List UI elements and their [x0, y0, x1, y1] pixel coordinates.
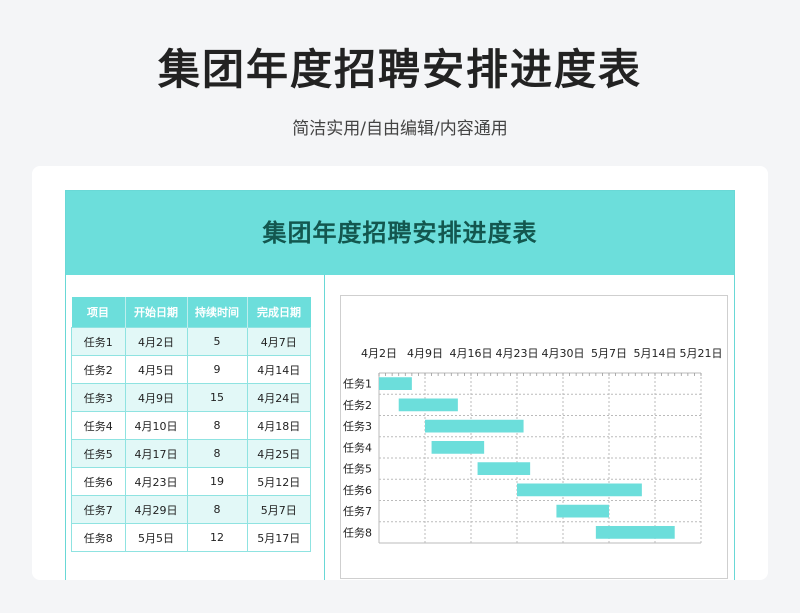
table-cell[interactable]: 8: [186, 411, 248, 440]
table-cell[interactable]: 15: [186, 383, 248, 412]
table-cell[interactable]: 4月9日: [124, 383, 188, 412]
table-cell[interactable]: 8: [186, 495, 248, 524]
gantt-chart-frame[interactable]: 4月2日 4月9日 4月16日 4月23日 4月30日 5月7日 5月14日 5月21日任务1…: [340, 295, 728, 579]
table-cell[interactable]: 任务1: [71, 327, 126, 356]
column-divider: [324, 275, 325, 580]
column-header-start-date[interactable]: 开始日期: [125, 297, 188, 328]
x-tick-label: 5月14日: [634, 347, 677, 360]
table-cell[interactable]: 5月7日: [246, 495, 312, 524]
x-tick-label: 4月9日: [407, 347, 443, 360]
table-cell[interactable]: 任务3: [71, 383, 126, 412]
table-cell[interactable]: 12: [186, 523, 248, 552]
x-tick-label: 4月2日: [361, 347, 397, 360]
table-row: 任务5 4月17日 8 4月25日: [71, 439, 312, 468]
gantt-bar: [379, 377, 412, 390]
gantt-bar: [595, 526, 675, 539]
table-cell[interactable]: 任务6: [71, 467, 126, 496]
table-row: 任务1 4月2日 5 4月7日: [71, 327, 312, 356]
gantt-bar: [431, 441, 485, 454]
gantt-bar: [398, 398, 458, 412]
table-row: 任务8 5月5日 12 5月17日: [71, 523, 312, 552]
table-cell[interactable]: 任务4: [71, 411, 126, 440]
table-cell[interactable]: 9: [186, 355, 248, 384]
table-row: 任务7 4月29日 8 5月7日: [71, 495, 312, 524]
x-tick-label: 5月7日: [591, 347, 627, 360]
y-category-label: 任务3: [343, 420, 372, 433]
sheet-title: 集团年度招聘安排进度表: [262, 219, 538, 247]
schedule-table: 项目 开始日期 持续时间 完成日期 任务1 4月2日 5 4月7日 任务2 4月…: [71, 297, 312, 552]
y-category-label: 任务2: [343, 399, 372, 412]
table-row: 任务6 4月23日 19 5月12日: [71, 467, 312, 496]
table-cell[interactable]: 4月2日: [124, 327, 188, 356]
table-cell[interactable]: 8: [186, 439, 248, 468]
x-tick-label: 4月23日: [496, 347, 539, 360]
column-header-duration[interactable]: 持续时间: [187, 297, 248, 328]
table-cell[interactable]: 任务8: [71, 523, 126, 552]
table-cell[interactable]: 19: [186, 467, 248, 496]
table-cell[interactable]: 任务2: [71, 355, 126, 384]
table-cell[interactable]: 4月24日: [246, 383, 312, 412]
y-category-label: 任务7: [343, 505, 372, 518]
spreadsheet-sheet: 集团年度招聘安排进度表 项目 开始日期 持续时间 完成日期 任务1 4月2日 5…: [65, 190, 735, 580]
table-cell[interactable]: 任务7: [71, 495, 126, 524]
y-category-label: 任务1: [343, 378, 372, 391]
gantt-bar: [517, 483, 642, 497]
table-cell[interactable]: 5: [186, 327, 248, 356]
page-subtitle: 简洁实用/自由编辑/内容通用: [292, 119, 508, 139]
table-cell[interactable]: 4月5日: [124, 355, 188, 384]
table-cell[interactable]: 4月25日: [246, 439, 312, 468]
table-cell[interactable]: 4月17日: [124, 439, 188, 468]
gantt-chart: 4月2日 4月9日 4月16日 4月23日 4月30日 5月7日 5月14日 5月21日任务1…: [343, 347, 723, 544]
table-cell[interactable]: 5月12日: [246, 467, 312, 496]
page-title: 集团年度招聘安排进度表: [157, 45, 642, 94]
table-cell[interactable]: 任务5: [71, 439, 126, 468]
table-cell[interactable]: 4月10日: [124, 411, 188, 440]
x-tick-label: 4月30日: [542, 347, 585, 360]
table-row: 任务4 4月10日 8 4月18日: [71, 411, 312, 440]
table-cell[interactable]: 4月29日: [124, 495, 188, 524]
y-category-label: 任务6: [343, 484, 372, 497]
table-cell[interactable]: 4月18日: [246, 411, 312, 440]
y-category-label: 任务8: [343, 526, 372, 539]
x-tick-label: 5月21日: [680, 347, 723, 360]
table-cell[interactable]: 5月5日: [124, 523, 188, 552]
sheet-banner: 集团年度招聘安排进度表: [66, 191, 734, 275]
template-preview-card: 集团年度招聘安排进度表 项目 开始日期 持续时间 完成日期 任务1 4月2日 5…: [32, 166, 768, 580]
column-header-end-date[interactable]: 完成日期: [247, 297, 311, 328]
x-tick-label: 4月16日: [450, 347, 493, 360]
table-cell[interactable]: 4月23日: [124, 467, 188, 496]
y-category-label: 任务4: [343, 441, 372, 454]
column-header-project[interactable]: 项目: [71, 297, 126, 328]
gantt-bar: [477, 462, 531, 475]
table-row: 任务3 4月9日 15 4月24日: [71, 383, 312, 412]
table-header-row: 项目 开始日期 持续时间 完成日期: [71, 297, 311, 328]
gantt-bar: [556, 504, 609, 518]
table-cell[interactable]: 4月7日: [246, 327, 312, 356]
table-cell[interactable]: 4月14日: [246, 355, 312, 384]
y-category-label: 任务5: [343, 463, 372, 476]
gantt-bar: [425, 419, 524, 433]
table-row: 任务2 4月5日 9 4月14日: [71, 355, 312, 384]
table-cell[interactable]: 5月17日: [246, 523, 312, 552]
